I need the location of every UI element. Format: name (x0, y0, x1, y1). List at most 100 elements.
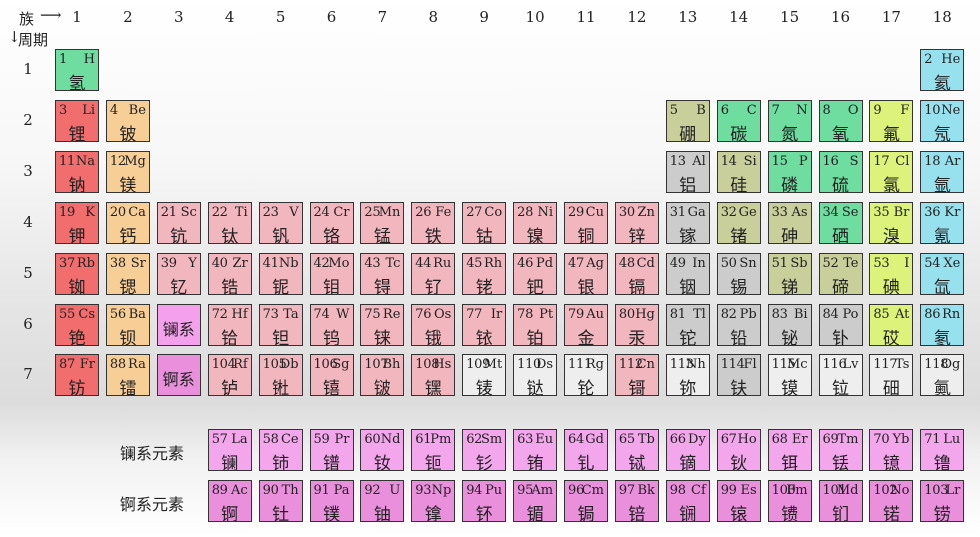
element-cell[interactable]: 116 Lv 𫟷 (818, 354, 863, 397)
element-cell[interactable]: 11 Na 钠 (55, 150, 99, 193)
element-cell[interactable]: 45 Rh 铑 (462, 252, 507, 295)
element-cell[interactable]: 67 Ho 钬 (716, 429, 761, 471)
element-cell[interactable]: 6 C碳 (716, 99, 761, 142)
element-cell[interactable]: 64 Gd 钆 (564, 429, 608, 471)
element-cell[interactable]: 7N氮 (767, 99, 812, 142)
element-cell[interactable]: 112 Cn 鿔 (614, 354, 659, 397)
element-cell[interactable]: 9 F氟 (869, 99, 914, 142)
element-cell[interactable]: 111 Rg 𬬭 (564, 354, 608, 397)
element-cell[interactable]: 57 La 镧 (207, 429, 252, 471)
element-cell[interactable]: 65 Tb 铽 (614, 429, 659, 471)
element-cell[interactable]: 锕系 (156, 354, 201, 397)
element-cell[interactable]: 79 Au 金 (564, 303, 608, 346)
element-cell[interactable]: 30 Zn 锌 (614, 201, 659, 244)
element-cell[interactable]: 87 Fr 钫 (55, 354, 99, 397)
element-cell[interactable]: 15 P 磷 (767, 150, 812, 193)
element-cell[interactable]: 19 K 钾 (55, 201, 99, 244)
element-cell[interactable]: 110 Ds 𫟼 (513, 354, 558, 397)
element-cell[interactable]: 92 U 铀 (360, 480, 405, 522)
element-cell[interactable]: 37 Rb 铷 (55, 252, 99, 295)
element-cell[interactable]: 50 Sn 锡 (716, 252, 761, 295)
element-cell[interactable]: 89 Ac 锕 (207, 480, 252, 522)
element-cell[interactable]: 1 H氢 (55, 49, 99, 91)
element-cell[interactable]: 90 Th 钍 (258, 480, 303, 522)
element-cell[interactable]: 93 Np 镎 (411, 480, 456, 522)
element-cell[interactable]: 84 Po 钋 (818, 303, 863, 346)
element-cell[interactable]: 48 Cd 镉 (614, 252, 659, 295)
element-cell[interactable]: 76 Os 锇 (411, 303, 456, 346)
element-cell[interactable]: 80 Hg 汞 (614, 303, 659, 346)
element-cell[interactable]: 2 He 氦 (920, 49, 965, 91)
element-cell[interactable]: 17 Cl 氯 (869, 150, 914, 193)
element-cell[interactable]: 105 Db 𬭊 (258, 354, 303, 397)
element-cell[interactable]: 107 Bh 𬭛 (360, 354, 405, 397)
element-cell[interactable]: 13 Al 铝 (665, 150, 710, 193)
element-cell[interactable]: 23 V 钒 (258, 201, 303, 244)
element-cell[interactable]: 54 Xe 氙 (920, 252, 965, 295)
element-cell[interactable]: 38 Sr 锶 (105, 252, 150, 295)
element-cell[interactable]: 56 Ba 钡 (105, 303, 150, 346)
element-cell[interactable]: 14 Si 硅 (716, 150, 761, 193)
element-cell[interactable]: 82 Pb 铅 (716, 303, 761, 346)
element-cell[interactable]: 44 Ru 钌 (411, 252, 456, 295)
element-cell[interactable]: 5 B硼 (665, 99, 710, 142)
element-cell[interactable]: 8O氧 (818, 99, 863, 142)
element-cell[interactable]: 109 Mt 鿏 (462, 354, 507, 397)
element-cell[interactable]: 101 Md 钔 (818, 480, 863, 522)
element-cell[interactable]: 73 Ta 钽 (258, 303, 303, 346)
element-cell[interactable]: 25 Mn 锰 (360, 201, 405, 244)
element-cell[interactable]: 72 Hf 铪 (207, 303, 252, 346)
element-cell[interactable]: 62 Sm 钐 (462, 429, 507, 471)
element-cell[interactable]: 27 Co 钴 (462, 201, 507, 244)
element-cell[interactable]: 22 Ti 钛 (207, 201, 252, 244)
element-cell[interactable]: 43 Tc 锝 (360, 252, 405, 295)
element-cell[interactable]: 66 Dy 镝 (665, 429, 710, 471)
element-cell[interactable]: 16 S 硫 (818, 150, 863, 193)
element-cell[interactable]: 85 At 砹 (869, 303, 914, 346)
element-cell[interactable]: 103 Lr 铹 (920, 480, 965, 522)
element-cell[interactable]: 77 Ir 铱 (462, 303, 507, 346)
element-cell[interactable]: 61 Pm 钷 (411, 429, 456, 471)
element-cell[interactable]: 49 In 铟 (665, 252, 710, 295)
element-cell[interactable]: 32 Ge 锗 (716, 201, 761, 244)
element-cell[interactable]: 21 Sc 钪 (156, 201, 201, 244)
element-cell[interactable]: 镧系 (156, 303, 201, 346)
element-cell[interactable]: 81 Tl 铊 (665, 303, 710, 346)
element-cell[interactable]: 59 Pr 镨 (309, 429, 354, 471)
element-cell[interactable]: 31 Ga 镓 (665, 201, 710, 244)
element-cell[interactable]: 40 Zr 锆 (207, 252, 252, 295)
element-cell[interactable]: 68 Er 铒 (767, 429, 812, 471)
element-cell[interactable]: 51 Sb 锑 (767, 252, 812, 295)
element-cell[interactable]: 28 Ni 镍 (513, 201, 558, 244)
element-cell[interactable]: 53 I 碘 (869, 252, 914, 295)
element-cell[interactable]: 29 Cu 铜 (564, 201, 608, 244)
element-cell[interactable]: 94 Pu 钚 (462, 480, 507, 522)
element-cell[interactable]: 104 Rf 𬬻 (207, 354, 252, 397)
element-cell[interactable]: 42 Mo 钼 (309, 252, 354, 295)
element-cell[interactable]: 108 Hs 𬭶 (411, 354, 456, 397)
element-cell[interactable]: 98 Cf 锎 (665, 480, 710, 522)
element-cell[interactable]: 88 Ra 镭 (105, 354, 150, 397)
element-cell[interactable]: 63 Eu 铕 (513, 429, 558, 471)
element-cell[interactable]: 102 No 锘 (869, 480, 914, 522)
element-cell[interactable]: 100 Fm 镄 (767, 480, 812, 522)
element-cell[interactable]: 95 Am 镅 (513, 480, 558, 522)
element-cell[interactable]: 118 Og 鿫 (920, 354, 965, 397)
element-cell[interactable]: 97 Bk 锫 (614, 480, 659, 522)
element-cell[interactable]: 52 Te 碲 (818, 252, 863, 295)
element-cell[interactable]: 75 Re 铼 (360, 303, 405, 346)
element-cell[interactable]: 70 Yb 镱 (869, 429, 914, 471)
element-cell[interactable]: 24 Cr 铬 (309, 201, 354, 244)
element-cell[interactable]: 69 Tm 铥 (818, 429, 863, 471)
element-cell[interactable]: 86 Rn 氡 (920, 303, 965, 346)
element-cell[interactable]: 117 Ts 鿬 (869, 354, 914, 397)
element-cell[interactable]: 96 Cm 锔 (564, 480, 608, 522)
element-cell[interactable]: 74 W 钨 (309, 303, 354, 346)
element-cell[interactable]: 36 Kr 氪 (920, 201, 965, 244)
element-cell[interactable]: 99 Es 锿 (716, 480, 761, 522)
element-cell[interactable]: 47 Ag 银 (564, 252, 608, 295)
element-cell[interactable]: 33 As 砷 (767, 201, 812, 244)
element-cell[interactable]: 12 Mg 镁 (105, 150, 150, 193)
element-cell[interactable]: 78 Pt 铂 (513, 303, 558, 346)
element-cell[interactable]: 58 Ce 铈 (258, 429, 303, 471)
